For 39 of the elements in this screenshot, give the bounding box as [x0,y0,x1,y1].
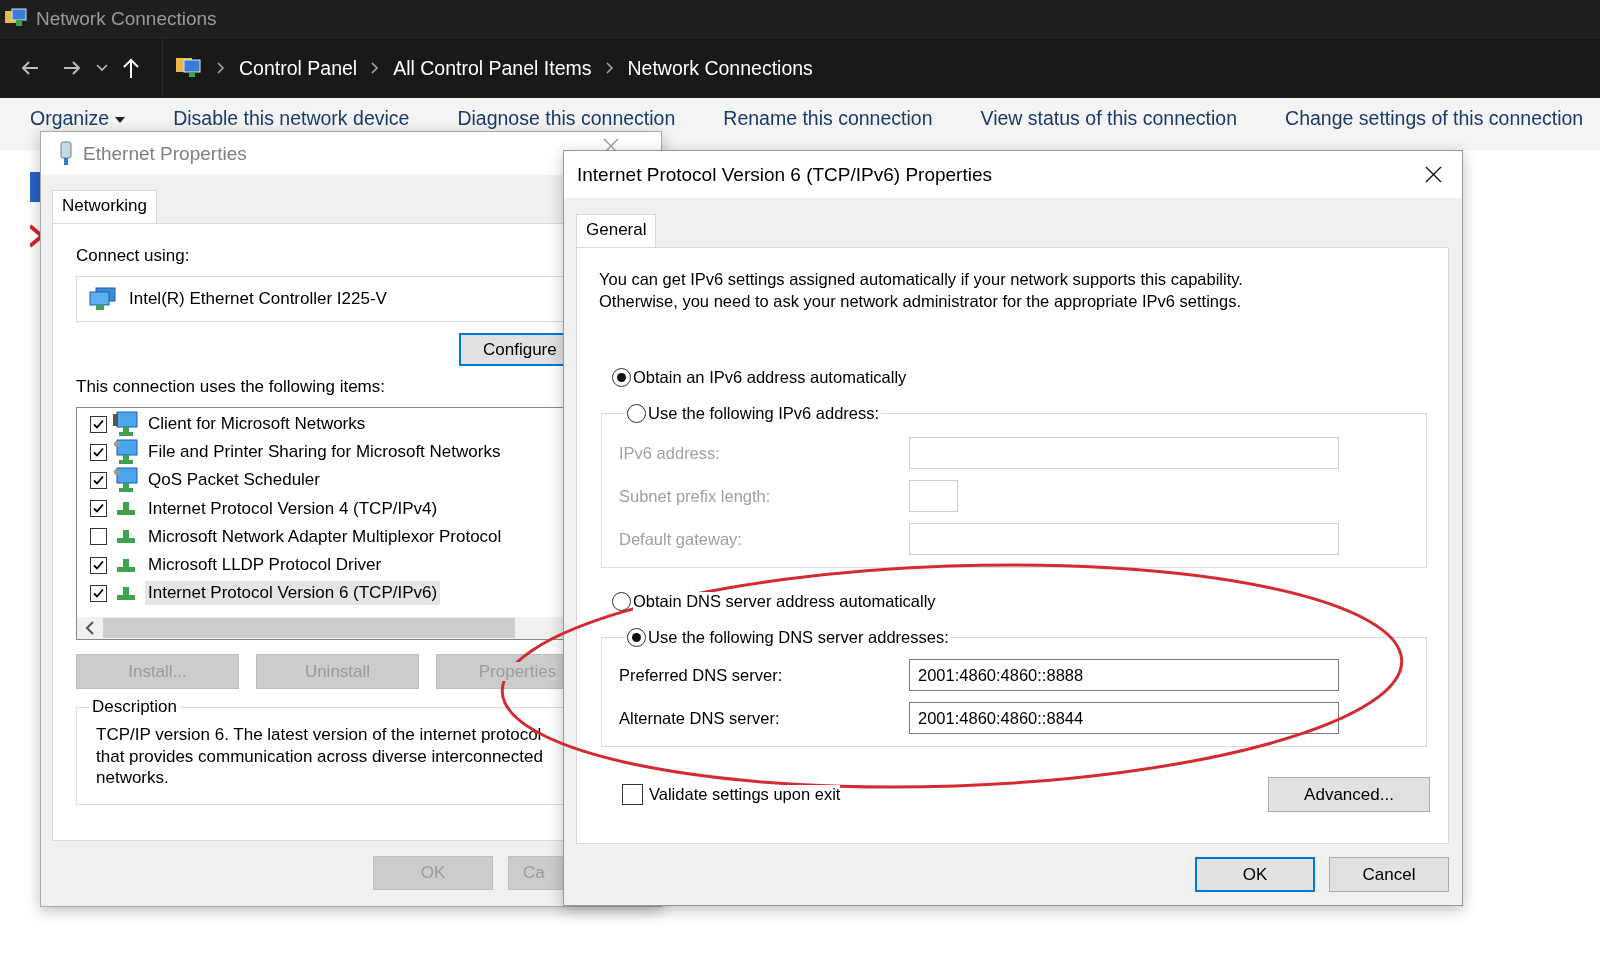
breadcrumb-item[interactable]: Network Connections [627,56,813,80]
section-label: Connect using: [76,246,191,266]
list-item[interactable]: Client for Microsoft Networks [145,412,369,437]
intro-text: You can get IPv6 settings assigned automatically if your network supports this capability. Otherwise, you need to ask your network administrator for the appropriate IPv6 settings. [599,269,1244,312]
tab[interactable]: Networking [52,190,158,223]
adapter-name: Intel(R) Ethernet Controller I225-V [129,289,387,309]
advanced-button[interactable]: Advanced... [1268,777,1430,812]
field-label: Alternate DNS server: [619,708,781,728]
list-item[interactable]: Internet Protocol Version 6 (TCP/IPv6) [145,581,441,606]
input-field[interactable]: 2001:4860:4860::8844 [909,702,1339,734]
toolbar-command[interactable]: View status of this connection [980,107,1238,130]
input-field[interactable]: 2001:4860:4860::8888 [909,659,1339,691]
list-item[interactable]: Microsoft LLDP Protocol Driver [145,553,385,578]
toolbar-command[interactable]: Diagnose this connection [457,107,676,130]
field-label: IPv6 address: [619,443,721,463]
option-label[interactable]: Obtain DNS server address automatically [633,591,936,611]
window-title: Network Connections [36,7,217,30]
list-item[interactable]: QoS Packet Scheduler [145,468,323,493]
list-item[interactable]: Internet Protocol Version 4 (TCP/IPv4) [145,496,441,521]
dialog-title: Internet Protocol Version 6 (TCP/IPv6) Properties [577,163,992,186]
description-text: TCP/IP version 6. The latest version of the internet protocol that provides communication across diverse interconnected networks. [96,724,544,789]
section-label: This connection uses the following items: [76,377,385,397]
breadcrumb-item[interactable]: Control Panel [239,56,358,80]
toolbar-command[interactable]: Organize [30,107,126,130]
toolbar-command[interactable]: Change settings of this connection [1285,107,1584,130]
dialog-button[interactable]: OK [1195,857,1315,892]
toolbar-command[interactable]: Disable this network device [173,107,410,130]
group-label: Description [89,697,181,717]
list-item[interactable]: File and Printer Sharing for Microsoft Networks [145,440,504,465]
dialog-title: Ethernet Properties [83,142,247,165]
field-label: Default gateway: [619,529,743,549]
list-item[interactable]: Microsoft Network Adapter Multiplexor Protocol [145,524,505,549]
tab[interactable]: General [576,214,657,247]
field-label: Subnet prefix length: [619,486,772,506]
checkbox-label[interactable]: Validate settings upon exit [649,785,841,804]
breadcrumb-item[interactable]: All Control Panel Items [393,56,592,80]
toolbar-command[interactable]: Rename this connection [723,107,933,130]
field-label: Preferred DNS server: [619,665,784,685]
dialog-button[interactable]: Cancel [1329,857,1449,892]
